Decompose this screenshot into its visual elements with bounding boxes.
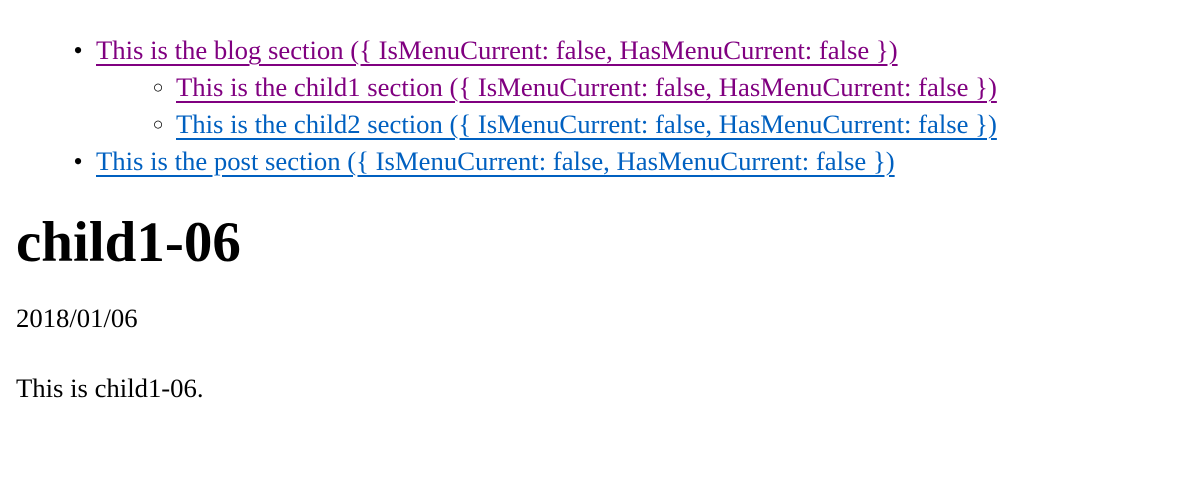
- menu-item-blog: • This is the blog section ({ IsMenuCurr…: [16, 32, 1184, 143]
- page: • This is the blog section ({ IsMenuCurr…: [0, 0, 1200, 407]
- blog-section-link[interactable]: This is the blog section ({ IsMenuCurren…: [96, 35, 898, 65]
- page-title: child1-06: [16, 211, 241, 274]
- post-date: 2018/01/06: [16, 303, 138, 333]
- post-section-link[interactable]: This is the post section ({ IsMenuCurren…: [96, 146, 895, 176]
- child1-section-link[interactable]: This is the child1 section ({ IsMenuCurr…: [176, 72, 997, 102]
- menu-item-post: • This is the post section ({ IsMenuCurr…: [16, 143, 1184, 180]
- post-body: This is child1-06.: [16, 373, 204, 403]
- section-menu: • This is the blog section ({ IsMenuCurr…: [16, 0, 1184, 180]
- blog-submenu: ○ This is the child1 section ({ IsMenuCu…: [96, 69, 1184, 143]
- disc-bullet-icon: •: [73, 36, 83, 65]
- menu-list: • This is the blog section ({ IsMenuCurr…: [16, 0, 1184, 180]
- post-article: child1-06 2018/01/06 This is child1-06.: [16, 210, 1184, 407]
- menu-item-child2: ○ This is the child2 section ({ IsMenuCu…: [96, 106, 1184, 143]
- circle-bullet-icon: ○: [152, 114, 164, 134]
- menu-item-child1: ○ This is the child1 section ({ IsMenuCu…: [96, 69, 1184, 106]
- disc-bullet-icon: •: [73, 147, 83, 176]
- circle-bullet-icon: ○: [152, 77, 164, 97]
- child2-section-link[interactable]: This is the child2 section ({ IsMenuCurr…: [176, 109, 997, 139]
